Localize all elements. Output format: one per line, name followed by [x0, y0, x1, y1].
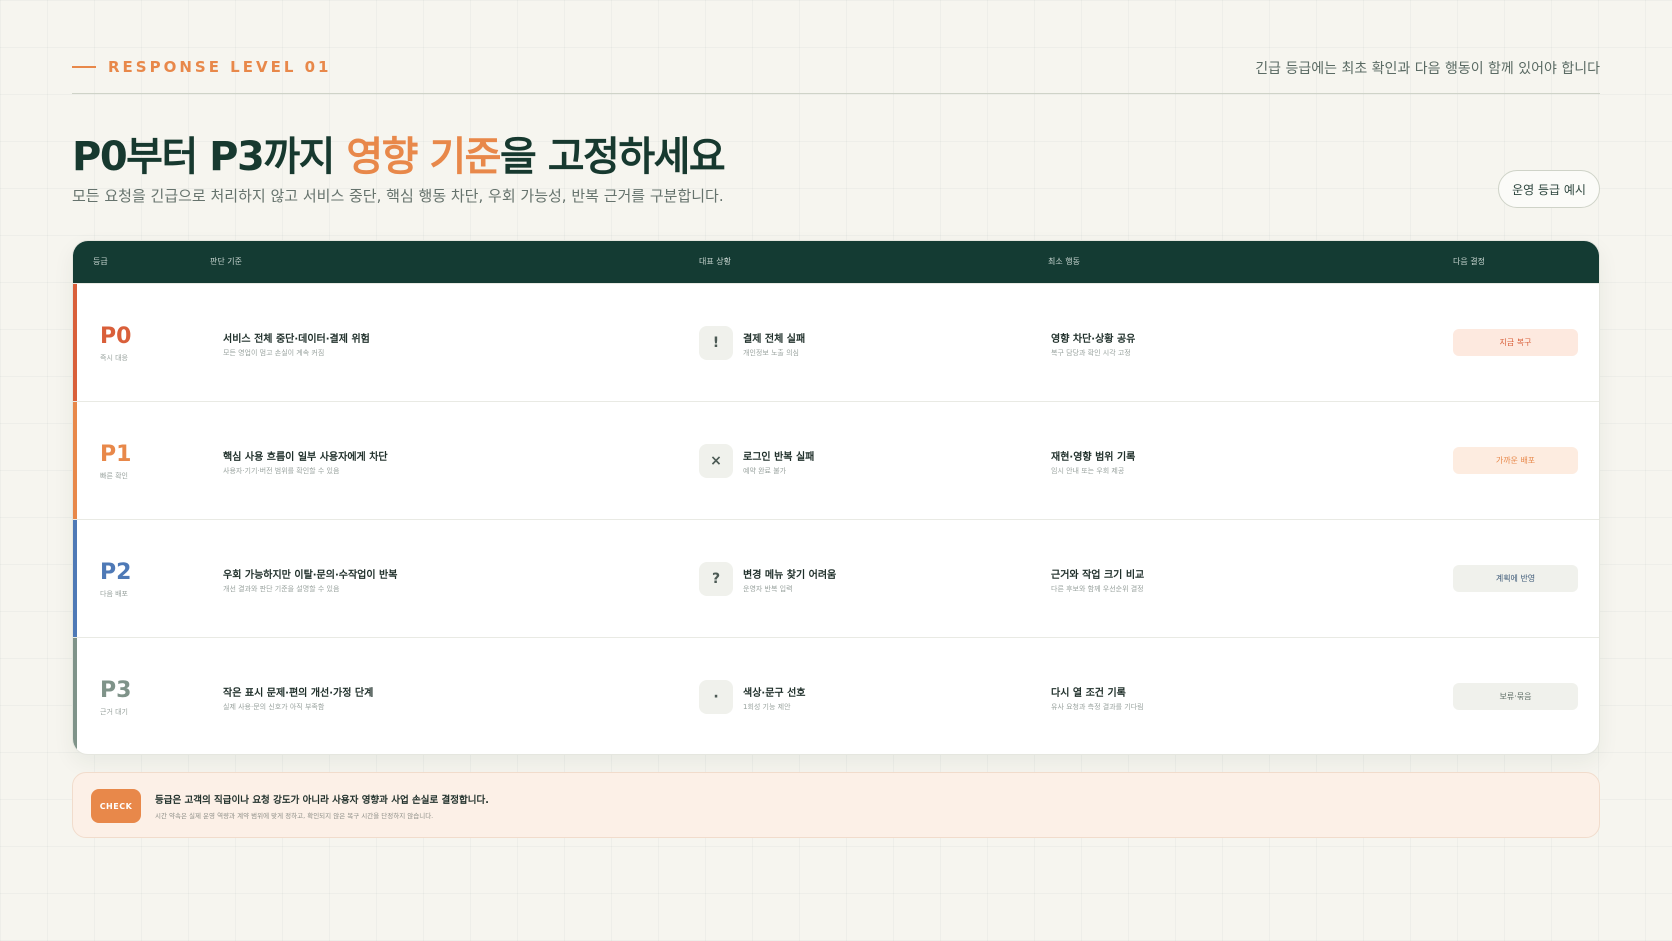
title-part-1: P0부터 P3까지 [72, 134, 347, 180]
action-text: 근거와 작업 크기 비교 [1051, 570, 1145, 581]
exclamation-icon: ! [699, 326, 733, 360]
eyebrow: RESPONSE LEVEL 01 [72, 58, 332, 76]
situation-text: 색상·문구 선호 [743, 688, 806, 699]
situation-detail: 운영자 반복 입력 [743, 585, 793, 593]
criteria-text: 서비스 전체 중단·데이터·결제 위험 [223, 334, 370, 345]
situation-text: 변경 메뉴 찾기 어려움 [743, 570, 837, 581]
action-detail: 임시 안내 또는 우회 제공 [1051, 467, 1125, 475]
criteria-text: 우회 가능하지만 이탈·문의·수작업이 반복 [223, 570, 398, 581]
table-row-p2: P2 다음 배포 우회 가능하지만 이탈·문의·수작업이 반복 개선 결과와 판… [73, 519, 1599, 637]
decision-pill[interactable]: 지금 복구 [1453, 329, 1578, 356]
eyebrow-label: RESPONSE LEVEL 01 [108, 58, 332, 76]
action-text: 영향 차단·상황 공유 [1051, 334, 1136, 345]
criteria-detail: 개선 결과와 판단 기준을 설명할 수 있음 [223, 585, 340, 593]
eyebrow-line [72, 66, 96, 68]
row-accent-bar [73, 402, 77, 519]
action-detail: 복구 담당과 확인 시각 고정 [1051, 349, 1131, 357]
situation-detail: 예약 완료 불가 [743, 467, 787, 475]
level-code: P3 [100, 678, 132, 703]
level-code: P1 [100, 442, 132, 467]
level-code: P0 [100, 324, 132, 349]
top-note: 긴급 등급에는 최초 확인과 다음 행동이 함께 있어야 합니다 [1255, 61, 1600, 77]
title-part-2: 을 고정하세요 [500, 134, 726, 180]
question-icon: ? [699, 562, 733, 596]
header-action: 최소 행동 [1048, 257, 1080, 266]
row-accent-bar [73, 520, 77, 637]
level-label: 다음 배포 [100, 590, 128, 598]
check-title: 등급은 고객의 직급이나 요청 강도가 아니라 사용자 영향과 사업 손실로 결… [155, 795, 489, 806]
decision-pill[interactable]: 보류·묶음 [1453, 683, 1578, 710]
row-accent-bar [73, 638, 77, 754]
top-bar: RESPONSE LEVEL 01 긴급 등급에는 최초 확인과 다음 행동이 … [72, 52, 1600, 94]
situation-detail: 개인정보 노출 의심 [743, 349, 799, 357]
situation-text: 로그인 반복 실패 [743, 452, 815, 463]
table-row-p0: P0 즉시 대응 서비스 전체 중단·데이터·결제 위험 모든 영업이 멈고 손… [73, 283, 1599, 401]
criteria-detail: 모든 영업이 멈고 손실이 계속 커짐 [223, 349, 325, 357]
decision-pill[interactable]: 계획에 반영 [1453, 565, 1578, 592]
row-accent-bar [73, 284, 77, 401]
header-situation: 대표 상황 [699, 257, 731, 266]
criteria-detail: 사용자·기기·버전 범위를 확인할 수 있음 [223, 467, 340, 475]
priority-table: 등급 판단 기준 대표 상황 최소 행동 다음 결정 P0 즉시 대응 서비스 … [72, 240, 1600, 755]
table-row-p3: P3 근거 대기 작은 표시 문제·편의 개선·가정 단계 실제 사용·문의 신… [73, 637, 1599, 754]
table-header: 등급 판단 기준 대표 상황 최소 행동 다음 결정 [73, 241, 1599, 283]
situation-text: 결제 전체 실패 [743, 334, 806, 345]
title-highlight: 영향 기준 [346, 134, 501, 180]
header-level: 등급 [93, 257, 108, 266]
situation-detail: 1회성 기능 제안 [743, 703, 791, 711]
check-detail: 시간 약속은 실제 운영 역량과 계약 범위에 맞게 정하고, 확인되지 않은 … [155, 812, 434, 820]
check-badge: CHECK [91, 789, 141, 823]
criteria-detail: 실제 사용·문의 신호가 아직 부족함 [223, 703, 325, 711]
dot-icon: · [699, 680, 733, 714]
level-label: 근거 대기 [100, 708, 128, 716]
level-code: P2 [100, 560, 132, 585]
table-row-p1: P1 빠른 확인 핵심 사용 흐름이 일부 사용자에게 차단 사용자·기기·버전… [73, 401, 1599, 519]
action-text: 다시 열 조건 기록 [1051, 688, 1126, 699]
decision-pill[interactable]: 가까운 배포 [1453, 447, 1578, 474]
action-detail: 다른 후보와 함께 우선순위 결정 [1051, 585, 1144, 593]
header-criteria: 판단 기준 [210, 257, 242, 266]
action-detail: 유사 요청과 측정 결과를 기다림 [1051, 703, 1144, 711]
level-label: 즉시 대응 [100, 354, 128, 362]
page-subtitle: 모든 요청을 긴급으로 처리하지 않고 서비스 중단, 핵심 행동 차단, 우회… [72, 187, 724, 205]
page-title: P0부터 P3까지 영향 기준을 고정하세요 [72, 124, 726, 182]
check-note: CHECK 등급은 고객의 직급이나 요청 강도가 아니라 사용자 영향과 사업… [72, 772, 1600, 838]
action-text: 재현·영향 범위 기록 [1051, 452, 1136, 463]
header-decision: 다음 결정 [1453, 257, 1485, 266]
criteria-text: 핵심 사용 흐름이 일부 사용자에게 차단 [223, 452, 388, 463]
example-button[interactable]: 운영 등급 예시 [1498, 170, 1600, 208]
close-icon: × [699, 444, 733, 478]
level-label: 빠른 확인 [100, 472, 128, 480]
criteria-text: 작은 표시 문제·편의 개선·가정 단계 [223, 688, 374, 699]
